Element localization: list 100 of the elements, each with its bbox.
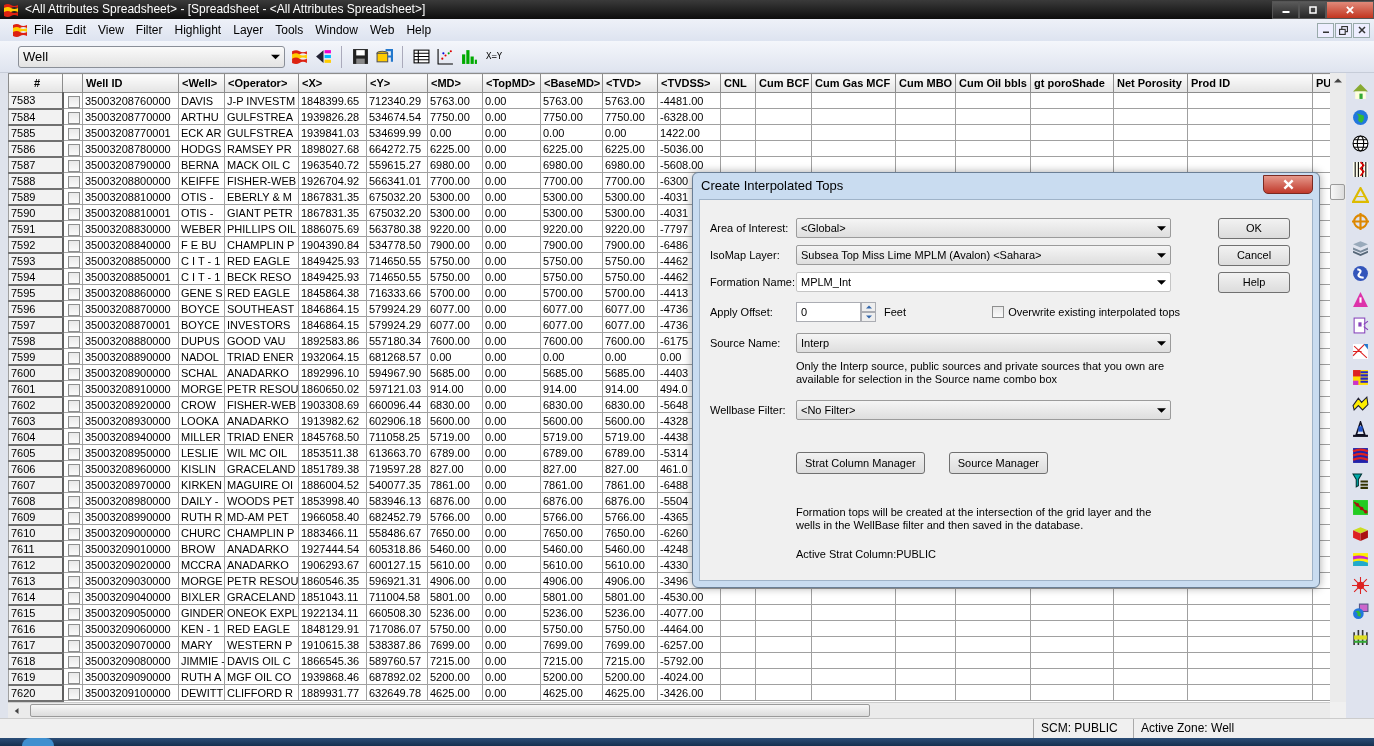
menu-item[interactable]: Edit [59,20,93,40]
dropdown[interactable]: Subsea Top Miss Lime MPLM (Avalon) <Sahara> [796,245,1171,265]
checkbox[interactable] [67,607,80,620]
checkbox[interactable] [67,287,80,300]
column-header[interactable]: <MD> [427,73,483,93]
menu-item[interactable]: Window [309,20,364,40]
checkbox[interactable] [67,575,80,588]
column-header[interactable]: <TopMD> [482,73,541,93]
menu-item[interactable]: Layer [227,20,270,40]
checkbox[interactable] [67,399,80,412]
close-button[interactable] [1326,0,1374,19]
checkbox[interactable] [67,559,80,572]
checkbox[interactable] [67,383,80,396]
checkbox[interactable] [67,687,80,700]
spin-up-button[interactable] [861,302,876,312]
checkbox[interactable] [67,479,80,492]
map-button[interactable] [1350,341,1370,361]
xy-button[interactable]: X=Y [483,49,506,64]
menu-item[interactable]: Tools [269,20,310,40]
wire-globe-button[interactable] [1350,133,1370,153]
globe-button[interactable] [1350,107,1370,127]
dialog-button[interactable]: Source Manager [948,452,1048,474]
dropdown[interactable]: <No Filter> [796,400,1171,420]
column-header[interactable]: Cum MBO [895,73,956,93]
dialog-button[interactable]: Strat Column Manager [796,452,925,474]
maximize-button[interactable] [1299,0,1326,19]
checkbox[interactable] [67,671,80,684]
column-header[interactable]: <Well> [178,73,225,93]
column-header[interactable]: <Operator> [224,73,299,93]
checkbox[interactable] [67,159,80,172]
column-header[interactable]: Net Porosity [1113,73,1188,93]
flag-chart-button[interactable] [1350,367,1370,387]
scrollbar-thumb[interactable] [30,704,870,717]
log-track-button[interactable] [1350,159,1370,179]
document-button[interactable] [1350,315,1370,335]
column-header[interactable]: <X> [298,73,367,93]
checkbox[interactable] [67,623,80,636]
menu-item[interactable]: View [92,20,130,40]
checkbox[interactable] [67,431,80,444]
line-points-button[interactable] [1350,497,1370,517]
checkbox[interactable] [67,239,80,252]
checkbox[interactable] [67,95,80,108]
column-header[interactable]: <TVDSS> [657,73,721,93]
column-header[interactable]: <Y> [366,73,428,93]
menu-item[interactable]: File [28,20,60,40]
checkbox[interactable] [67,303,80,316]
restore-button[interactable] [1335,22,1352,38]
start-button[interactable] [22,738,54,746]
column-header[interactable]: Well ID [82,73,179,93]
striped-section-button[interactable] [1350,445,1370,465]
derrick-button[interactable] [1350,419,1370,439]
checkbox[interactable] [67,271,80,284]
column-header[interactable]: CNL [720,73,756,93]
checkbox[interactable] [67,511,80,524]
target-button[interactable] [1350,211,1370,231]
spin-down-button[interactable] [861,312,876,322]
checkbox[interactable] [67,415,80,428]
checkbox[interactable] [67,527,80,540]
checkbox[interactable] [67,175,80,188]
input-field[interactable]: 0 [796,302,861,322]
checkbox[interactable] [992,306,1005,318]
checkbox[interactable] [67,351,80,364]
tower-button[interactable] [1350,627,1370,647]
checkbox[interactable] [67,223,80,236]
checkbox[interactable] [67,495,80,508]
checkbox[interactable] [67,367,80,380]
checkbox[interactable] [67,255,80,268]
checkbox[interactable] [67,639,80,652]
checkbox[interactable] [67,543,80,556]
dropdown[interactable]: <Global> [796,218,1171,238]
minimize-button[interactable] [1272,0,1299,19]
sun-button[interactable] [1350,575,1370,595]
checkbox[interactable] [67,335,80,348]
dialog-button[interactable]: OK [1218,218,1290,239]
close-button[interactable] [1353,22,1370,38]
checkbox[interactable] [67,127,80,140]
column-header[interactable]: <BaseMD> [540,73,603,93]
home-button[interactable] [1350,81,1370,101]
menu-item[interactable]: Web [363,20,401,40]
scatter-plot-button[interactable] [435,46,455,67]
warning-button[interactable] [1350,289,1370,309]
layer-dropdown[interactable]: Well [18,45,285,68]
dialog-button[interactable]: Cancel [1218,245,1290,266]
save-button[interactable] [350,46,370,67]
column-header[interactable]: <TVD> [602,73,658,93]
checkbox[interactable] [67,655,80,668]
menu-item[interactable]: Filter [129,20,169,40]
column-header[interactable]: Prod ID [1187,73,1313,93]
checkbox[interactable] [67,319,80,332]
menu-item[interactable]: Highlight [168,20,228,40]
dropdown[interactable]: Interp [796,333,1171,353]
table-button[interactable] [411,46,431,67]
checkbox[interactable] [67,207,80,220]
swirl-button[interactable] [1350,263,1370,283]
globe-window-button[interactable] [1350,601,1370,621]
checkbox[interactable] [67,191,80,204]
checkbox[interactable] [67,463,80,476]
dialog-button[interactable]: Help [1218,272,1290,293]
checkbox[interactable] [67,111,80,124]
column-header[interactable]: # [8,73,63,93]
